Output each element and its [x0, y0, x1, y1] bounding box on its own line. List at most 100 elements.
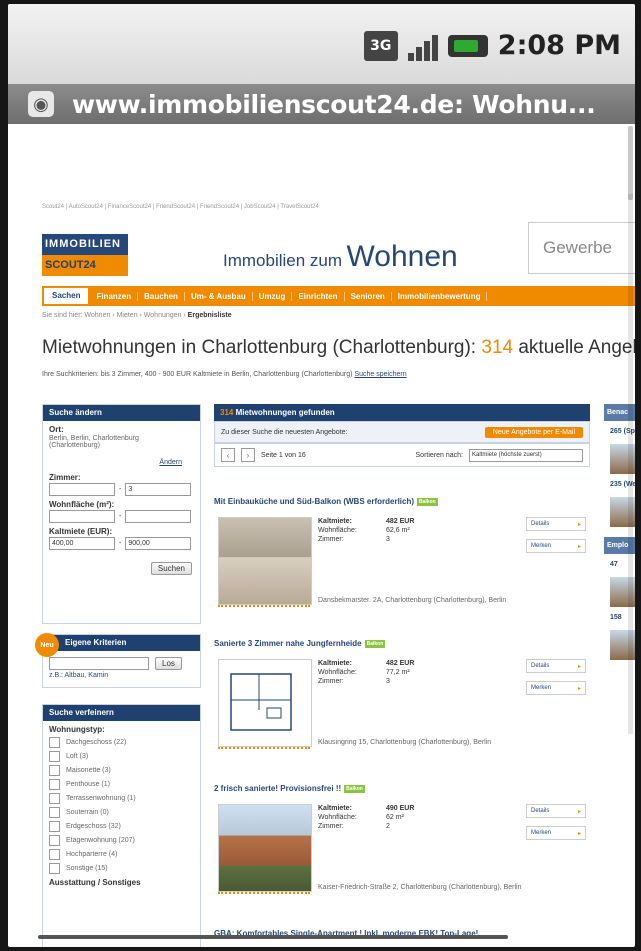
listing-title[interactable]: Sanierte 3 Zimmer nahe Jungfernheide Balk… [214, 639, 590, 648]
save-search-link[interactable]: Suche speichern [354, 371, 406, 378]
email-alert-button[interactable]: Neue Angebote per E-Mail [484, 426, 583, 438]
flaeche-label: Wohnfläche (m²): [49, 500, 115, 509]
ad-space [8, 124, 635, 194]
checkbox[interactable] [49, 821, 60, 832]
nav-tab-4[interactable]: Umzug [253, 291, 293, 301]
web-page: Scout24 | AutoScout24 | FinanceScout24 |… [8, 194, 635, 947]
details-button[interactable]: Details ▸ [526, 517, 586, 531]
type-option[interactable]: Penthouse (1) [49, 779, 194, 790]
zimmer-label: Zimmer: [49, 473, 81, 482]
results-panel: 314 Mietwohnungen gefunden Zu dieser Suc… [214, 404, 590, 467]
checkbox[interactable] [49, 793, 60, 804]
fact-key: Zimmer: [318, 823, 344, 830]
listing-photo[interactable] [218, 517, 312, 605]
listing-photo[interactable] [218, 804, 312, 892]
change-location-link[interactable]: Ändern [159, 459, 182, 466]
checkbox[interactable] [49, 765, 60, 776]
checkbox[interactable] [49, 863, 60, 874]
photo-strip [218, 892, 310, 902]
top-network-nav[interactable]: Scout24 | AutoScout24 | FinanceScout24 |… [42, 204, 319, 210]
fact-key: Kaltmiete: [318, 805, 352, 812]
vertical-scrollbar[interactable] [628, 194, 633, 734]
details-button[interactable]: Details ▸ [526, 804, 586, 818]
type-option[interactable]: Dachgeschoss (22) [49, 737, 194, 748]
checkbox[interactable] [49, 849, 60, 860]
checkbox[interactable] [49, 835, 60, 846]
save-label: Merken [531, 685, 552, 691]
header-small: Immobilien zum [223, 251, 343, 270]
save-button[interactable]: Merken ▸ [526, 681, 586, 695]
listing-address: Dansbekmarster. 2A, Charlottenburg (Char… [318, 597, 507, 604]
tab-gewerbe[interactable]: Gewerbe [528, 222, 635, 274]
zimmer-from-input[interactable] [49, 483, 115, 496]
search-button[interactable]: Suchen [150, 562, 192, 575]
listing-title[interactable]: 2 frisch sanierte! Provisionsfrei !! Balk… [214, 784, 590, 793]
nav-tab-0[interactable]: Sachen [44, 288, 89, 304]
url-bar[interactable]: ◉ www.immobilienscout24.de: Wohnu... [8, 84, 635, 124]
save-button[interactable]: Merken ▸ [526, 539, 586, 553]
zimmer-to-input[interactable]: 3 [125, 483, 192, 496]
type-option-label: Dachgeschoss (22) [66, 739, 127, 746]
horizontal-scrollbar[interactable] [38, 935, 508, 939]
listing-address: Klausingring 15, Charlottenburg (Charlot… [318, 739, 492, 746]
url-text[interactable]: www.immobilienscout24.de: Wohnu... [72, 90, 596, 119]
type-option[interactable]: Terrassenwohnung (1) [49, 793, 194, 804]
listing-floorplan[interactable] [218, 659, 312, 747]
fact-key: Zimmer: [318, 536, 344, 543]
listing-facts: Kaltmiete: 490 EUR Wohnfläche: 62 m² Zimme… [318, 804, 414, 831]
type-option-label: Erdgeschoss (32) [66, 823, 121, 830]
nav-tab-2[interactable]: Bauchen [138, 291, 185, 301]
listing-facts: Kaltmiete: 482 EUR Wohnfläche: 62,6 m² Zim… [318, 517, 414, 544]
listing[interactable]: Mit Einbauküche und Süd-Balkon (WBS erfo… [214, 497, 590, 627]
photo-strip [218, 747, 310, 757]
listing[interactable]: 2 frisch sanierte! Provisionsfrei !! Balk… [214, 784, 590, 914]
details-button[interactable]: Details ▸ [526, 659, 586, 673]
page-scroll-indicator [628, 126, 633, 200]
miete-to-input[interactable]: 900,00 [125, 537, 192, 550]
type-option[interactable]: Erdgeschoss (32) [49, 821, 194, 832]
type-option[interactable]: Maisonette (3) [49, 765, 194, 776]
listing-title[interactable]: Mit Einbauküche und Süd-Balkon (WBS erfo… [214, 497, 590, 506]
go-button[interactable]: Los [155, 657, 182, 670]
fact-area: 62,6 m² [386, 527, 410, 534]
listing[interactable]: Sanierte 3 Zimmer nahe Jungfernheide Balk… [214, 639, 590, 769]
flaeche-to-input[interactable] [125, 510, 192, 523]
save-button[interactable]: Merken ▸ [526, 826, 586, 840]
checkbox[interactable] [49, 737, 60, 748]
listing-title-text[interactable]: Sanierte 3 Zimmer nahe Jungfernheide [214, 639, 362, 648]
checkbox[interactable] [49, 751, 60, 762]
prev-page-icon[interactable]: ‹ [221, 448, 235, 462]
fact-rent: 482 EUR [386, 660, 415, 667]
site-logo[interactable]: IMMOBILIEN SCOUT24 [42, 234, 128, 276]
type-option[interactable]: Etagenwohnung (207) [49, 835, 194, 846]
arrow-icon: ▸ [577, 685, 581, 692]
sort-label: Sortieren nach: [415, 451, 463, 459]
listing-facts: Kaltmiete: 482 EUR Wohnfläche: 77,2 m² Zim… [318, 659, 414, 686]
results-head-text: Mietwohnungen gefunden [235, 408, 335, 417]
nav-tab-6[interactable]: Senioren [345, 291, 392, 301]
miete-from-input[interactable]: 400,00 [49, 537, 115, 550]
nav-tab-5[interactable]: Einrichten [292, 291, 345, 301]
type-option[interactable]: Sonstige (15) [49, 863, 194, 874]
own-criteria-input[interactable] [49, 657, 149, 670]
type-option-label: Terrassenwohnung (1) [66, 795, 136, 802]
checkbox[interactable] [49, 779, 60, 790]
ort-value: Berlin, Berlin, Charlottenburg (Charlott… [49, 435, 139, 449]
sort-select[interactable]: Kaltmiete (höchste zuerst) [469, 448, 583, 462]
breadcrumb-path[interactable]: Sie sind hier: Wohnen › Mieten › Wohnung… [42, 312, 186, 319]
listing-title-text[interactable]: Mit Einbauküche und Süd-Balkon (WBS erfo… [214, 497, 414, 506]
details-label: Details [531, 808, 550, 814]
nav-tab-1[interactable]: Finanzen [90, 291, 139, 301]
listing-title-text[interactable]: 2 frisch sanierte! Provisionsfrei !! [214, 784, 341, 793]
type-option-label: Sonstige (15) [66, 865, 108, 872]
type-option[interactable]: Souterrain (0) [49, 807, 194, 818]
type-option[interactable]: Loft (3) [49, 751, 194, 762]
logo-line2: SCOUT24 [42, 255, 128, 276]
flaeche-from-input[interactable] [49, 510, 115, 523]
next-page-icon[interactable]: › [241, 448, 255, 462]
type-option-label: Loft (3) [66, 753, 89, 760]
nav-tab-3[interactable]: Um- & Ausbau [185, 291, 253, 301]
checkbox[interactable] [49, 807, 60, 818]
type-option[interactable]: Hochparterre (4) [49, 849, 194, 860]
nav-tab-7[interactable]: Immobilienbewertung [392, 291, 488, 301]
